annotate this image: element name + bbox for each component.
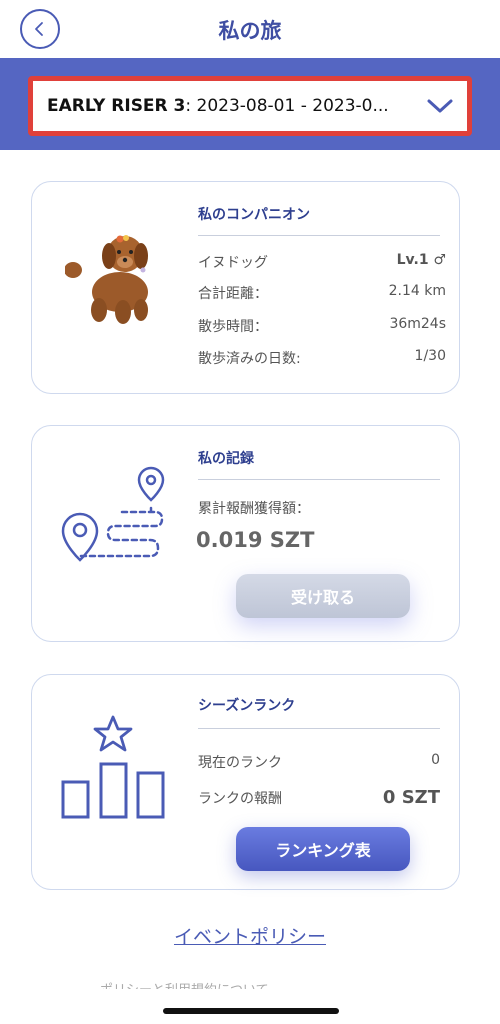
record-title: 私の記録 [198,451,254,467]
reward-label: 累計報酬獲得額： [198,501,310,517]
podium-star-icon [61,715,165,819]
rank-reward-value: 0 SZT [382,787,440,808]
rank-reward-row: ランクの報酬 0 SZT [198,787,440,808]
dog-companion-image [65,235,148,324]
season-rank-card: シーズンランク 現在のランク 0 ランクの報酬 0 SZT ランキング表 [31,674,460,890]
level-value: Lv.1 ♂ [396,252,446,268]
route-map-pin-icon [61,466,165,562]
home-indicator [163,1008,339,1014]
walk-time-value: 36m24s [389,316,446,332]
breed-row: イヌドッグ Lv.1 ♂ [198,252,446,272]
current-rank-label: 現在のランク [198,755,282,771]
record-card: 私の記録 累計報酬獲得額： 0.019 SZT 受け取る [31,425,460,642]
divider [198,479,440,480]
event-select-dropdown[interactable]: EARLY RISER 3: 2023-08-01 - 2023-0... [28,76,472,136]
divider [198,235,440,236]
walk-time-row: 散歩時間： 36m24s [198,316,446,336]
distance-value: 2.14 km [388,283,446,299]
distance-label: 合計距離： [198,286,268,302]
rank-reward-label: ランクの報酬 [198,790,282,807]
divider [198,728,440,729]
footer-text: ポリシーと利用規約について [100,979,269,989]
distance-row: 合計距離： 2.14 km [198,283,446,303]
event-date-range: : 2023-08-01 - 2023-0... [185,96,389,116]
reward-value: 0.019 SZT [196,528,315,552]
chevron-down-icon[interactable] [425,91,455,121]
event-select-label: EARLY RISER 3: 2023-08-01 - 2023-0... [47,96,425,116]
ranking-table-button[interactable]: ランキング表 [236,827,410,871]
event-policy-link[interactable]: イベントポリシー [0,922,500,949]
app-header: 私の旅 [0,0,500,58]
days-label: 散歩済みの日数: [198,351,301,367]
page-title: 私の旅 [218,19,282,43]
reward-label-row: 累計報酬獲得額： [198,498,446,518]
companion-title: 私のコンパニオン [198,207,310,223]
days-value: 1/30 [414,348,446,364]
walk-time-label: 散歩時間： [198,319,268,335]
current-rank-row: 現在のランク 0 [198,752,440,772]
season-rank-title: シーズンランク [198,698,296,714]
claim-button[interactable]: 受け取る [236,574,410,618]
breed-label: イヌドッグ [198,255,268,271]
current-rank-value: 0 [431,752,440,768]
event-name: EARLY RISER 3 [47,96,186,116]
days-row: 散歩済みの日数: 1/30 [198,348,446,368]
companion-card: 私のコンパニオン イヌドッグ Lv.1 ♂ 合計距離： 2.14 km 散歩時間… [31,181,460,394]
